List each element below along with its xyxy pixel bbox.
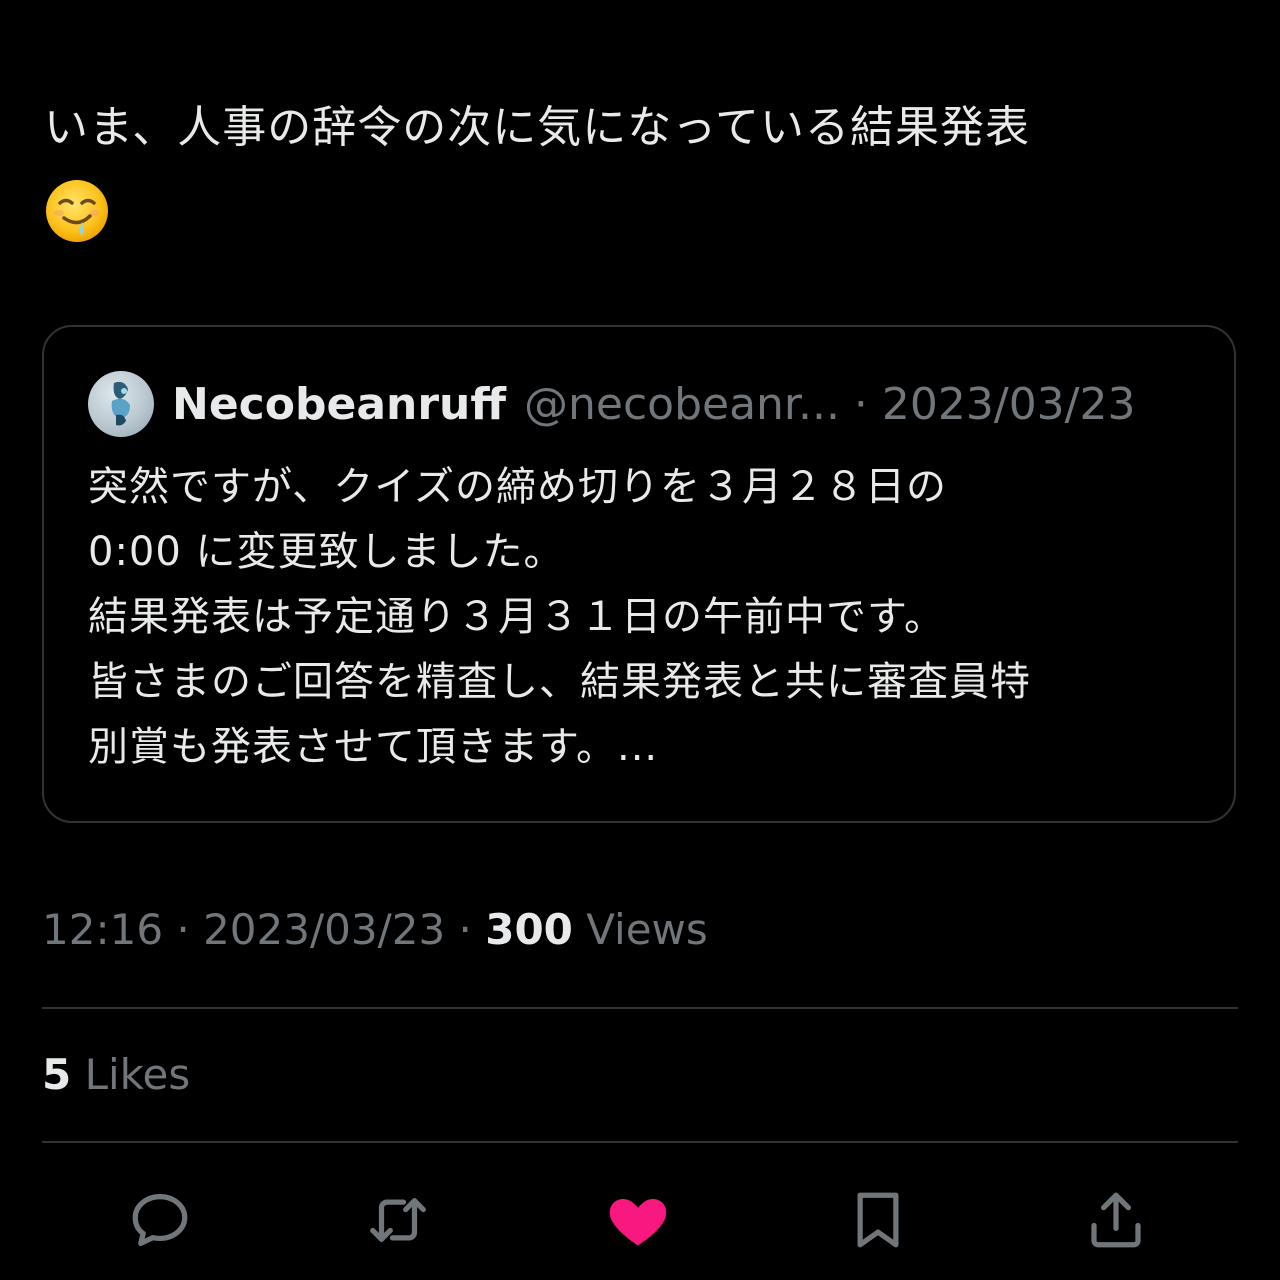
divider xyxy=(42,1007,1238,1009)
quoted-author-name[interactable]: Necobeanruff xyxy=(172,379,506,430)
quoted-line: 突然ですが、クイズの締め切りを３月２８日の xyxy=(88,464,947,510)
heart-icon[interactable] xyxy=(598,1180,678,1260)
bookmark-icon[interactable] xyxy=(838,1180,918,1260)
retweet-icon[interactable] xyxy=(358,1180,438,1260)
share-icon[interactable] xyxy=(1076,1180,1156,1260)
drooling-face-emoji-icon xyxy=(44,178,110,244)
divider xyxy=(42,1141,1238,1143)
quoted-line: 別賞も発表させて頂きます。... xyxy=(88,724,659,770)
quoted-tweet-body: 突然ですが、クイズの締め切りを３月２８日の 0:00 に変更致しました。 結果発… xyxy=(88,455,1208,780)
quoted-line: 結果発表は予定通り３月３１日の午前中です。 xyxy=(88,594,945,640)
tweet-text: いま、人事の辞令の次に気になっている結果発表 xyxy=(44,88,1244,248)
likes-label: Likes xyxy=(71,1050,191,1099)
quoted-line: 皆さまのご回答を精査し、結果発表と共に審査員特 xyxy=(88,659,1031,705)
tweet-timestamp: 12:16 · 2023/03/23 · xyxy=(42,905,486,954)
tweet-text-line: いま、人事の辞令の次に気になっている結果発表 xyxy=(44,102,1031,153)
quoted-line: 0:00 に変更致しました。 xyxy=(88,529,565,575)
likes-count: 5 xyxy=(42,1050,72,1099)
likes-stat[interactable]: 5 Likes xyxy=(42,1050,190,1099)
tweet-timestamp-views: 12:16 · 2023/03/23 · 300 Views xyxy=(42,905,708,954)
avatar[interactable] xyxy=(88,371,154,437)
tweet-action-bar xyxy=(0,1180,1280,1260)
quoted-tweet-card[interactable]: Necobeanruff @necobeanr... · 2023/03/23 … xyxy=(42,325,1236,823)
quoted-tweet-header: Necobeanruff @necobeanr... · 2023/03/23 xyxy=(88,369,1136,439)
reply-icon[interactable] xyxy=(120,1180,200,1260)
quoted-author-handle-date: @necobeanr... · 2023/03/23 xyxy=(524,378,1136,430)
views-count: 300 xyxy=(485,905,573,954)
views-label: Views xyxy=(572,905,708,954)
